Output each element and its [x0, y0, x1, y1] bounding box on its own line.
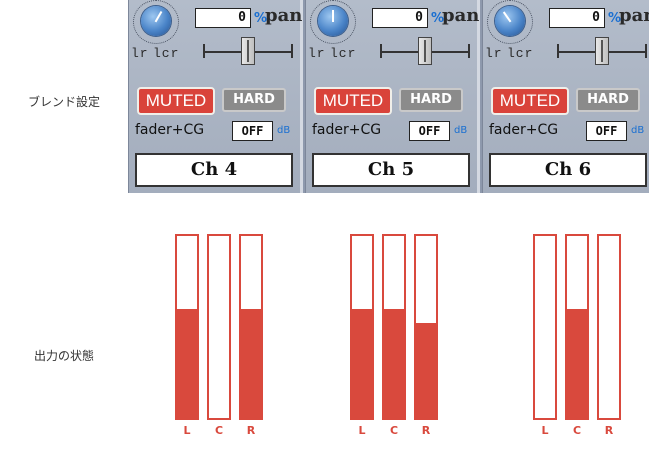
hard-button[interactable]: HARD — [576, 88, 640, 112]
db-label: dB — [631, 125, 645, 136]
muted-button[interactable]: MUTED — [314, 87, 392, 115]
meter-group: L C R — [175, 234, 279, 437]
fader-label: fader+CG — [489, 122, 559, 138]
fader-label: fader+CG — [312, 122, 382, 138]
meter-fill — [241, 308, 261, 418]
meter-c — [382, 234, 406, 420]
hard-button[interactable]: HARD — [222, 88, 286, 112]
meter-label-l: L — [541, 424, 549, 437]
meter-label-r: R — [246, 424, 256, 437]
mixer-panel: 0 % pan lr lcr MUTED HARD fader+CG OFF d… — [128, 0, 649, 193]
meter-r — [597, 234, 621, 420]
fader-value-field[interactable]: OFF — [232, 121, 273, 141]
pan-slider-thumb[interactable] — [418, 37, 432, 65]
meter-label-l: L — [183, 424, 191, 437]
pan-knob[interactable] — [141, 6, 171, 36]
meter-r — [239, 234, 263, 420]
db-label: dB — [454, 125, 468, 136]
muted-button[interactable]: MUTED — [137, 87, 215, 115]
channel-strip: 0 % pan lr lcr MUTED HARD fader+CG OFF d… — [128, 0, 303, 193]
meter-c — [207, 234, 231, 420]
channel-strip: 0 % pan lr lcr MUTED HARD fader+CG OFF d… — [482, 0, 649, 193]
slider-end-right — [645, 44, 647, 58]
pan-slider-thumb[interactable] — [241, 37, 255, 65]
meter-group: L C R — [350, 234, 454, 437]
fader-value-field[interactable]: OFF — [586, 121, 627, 141]
meter-fill — [177, 308, 197, 418]
meter-l — [175, 234, 199, 420]
pan-label: pan — [442, 5, 480, 26]
slider-end-left — [203, 44, 205, 58]
pan-value-field[interactable]: 0 — [372, 8, 428, 28]
slider-end-left — [380, 44, 382, 58]
slider-end-right — [291, 44, 293, 58]
lcr-label: lcr — [330, 46, 357, 61]
pan-knob[interactable] — [318, 6, 348, 36]
meter-label-r: R — [604, 424, 614, 437]
lr-label: lr — [308, 46, 326, 61]
pan-value-field[interactable]: 0 — [549, 8, 605, 28]
lcr-label: lcr — [153, 46, 180, 61]
meter-fill — [384, 308, 404, 418]
channel-strip: 0 % pan lr lcr MUTED HARD fader+CG OFF d… — [305, 0, 480, 193]
channel-name: Ch 4 — [135, 153, 293, 187]
meter-group: L C R — [533, 234, 637, 437]
slider-end-right — [468, 44, 470, 58]
label-output: 出力の状態 — [33, 349, 94, 363]
channel-name: Ch 5 — [312, 153, 470, 187]
meter-label-c: C — [214, 424, 224, 437]
hard-button[interactable]: HARD — [399, 88, 463, 112]
lr-label: lr — [131, 46, 149, 61]
fader-label: fader+CG — [135, 122, 205, 138]
meter-fill — [416, 323, 436, 418]
channel-name: Ch 6 — [489, 153, 647, 187]
meter-label-l: L — [358, 424, 366, 437]
lr-label: lr — [485, 46, 503, 61]
meter-label-r: R — [421, 424, 431, 437]
lcr-label: lcr — [507, 46, 534, 61]
meter-fill — [567, 308, 587, 418]
meter-label-c: C — [389, 424, 399, 437]
meter-fill — [352, 308, 372, 418]
pan-label: pan — [619, 5, 649, 26]
meter-l — [350, 234, 374, 420]
label-blend: ブレンド設定 — [27, 95, 100, 109]
meter-c — [565, 234, 589, 420]
slider-end-left — [557, 44, 559, 58]
meter-label-c: C — [572, 424, 582, 437]
pan-knob[interactable] — [495, 6, 525, 36]
pan-label: pan — [265, 5, 303, 26]
db-label: dB — [277, 125, 291, 136]
fader-value-field[interactable]: OFF — [409, 121, 450, 141]
pan-slider-thumb[interactable] — [595, 37, 609, 65]
pan-value-field[interactable]: 0 — [195, 8, 251, 28]
muted-button[interactable]: MUTED — [491, 87, 569, 115]
meter-l — [533, 234, 557, 420]
meter-r — [414, 234, 438, 420]
